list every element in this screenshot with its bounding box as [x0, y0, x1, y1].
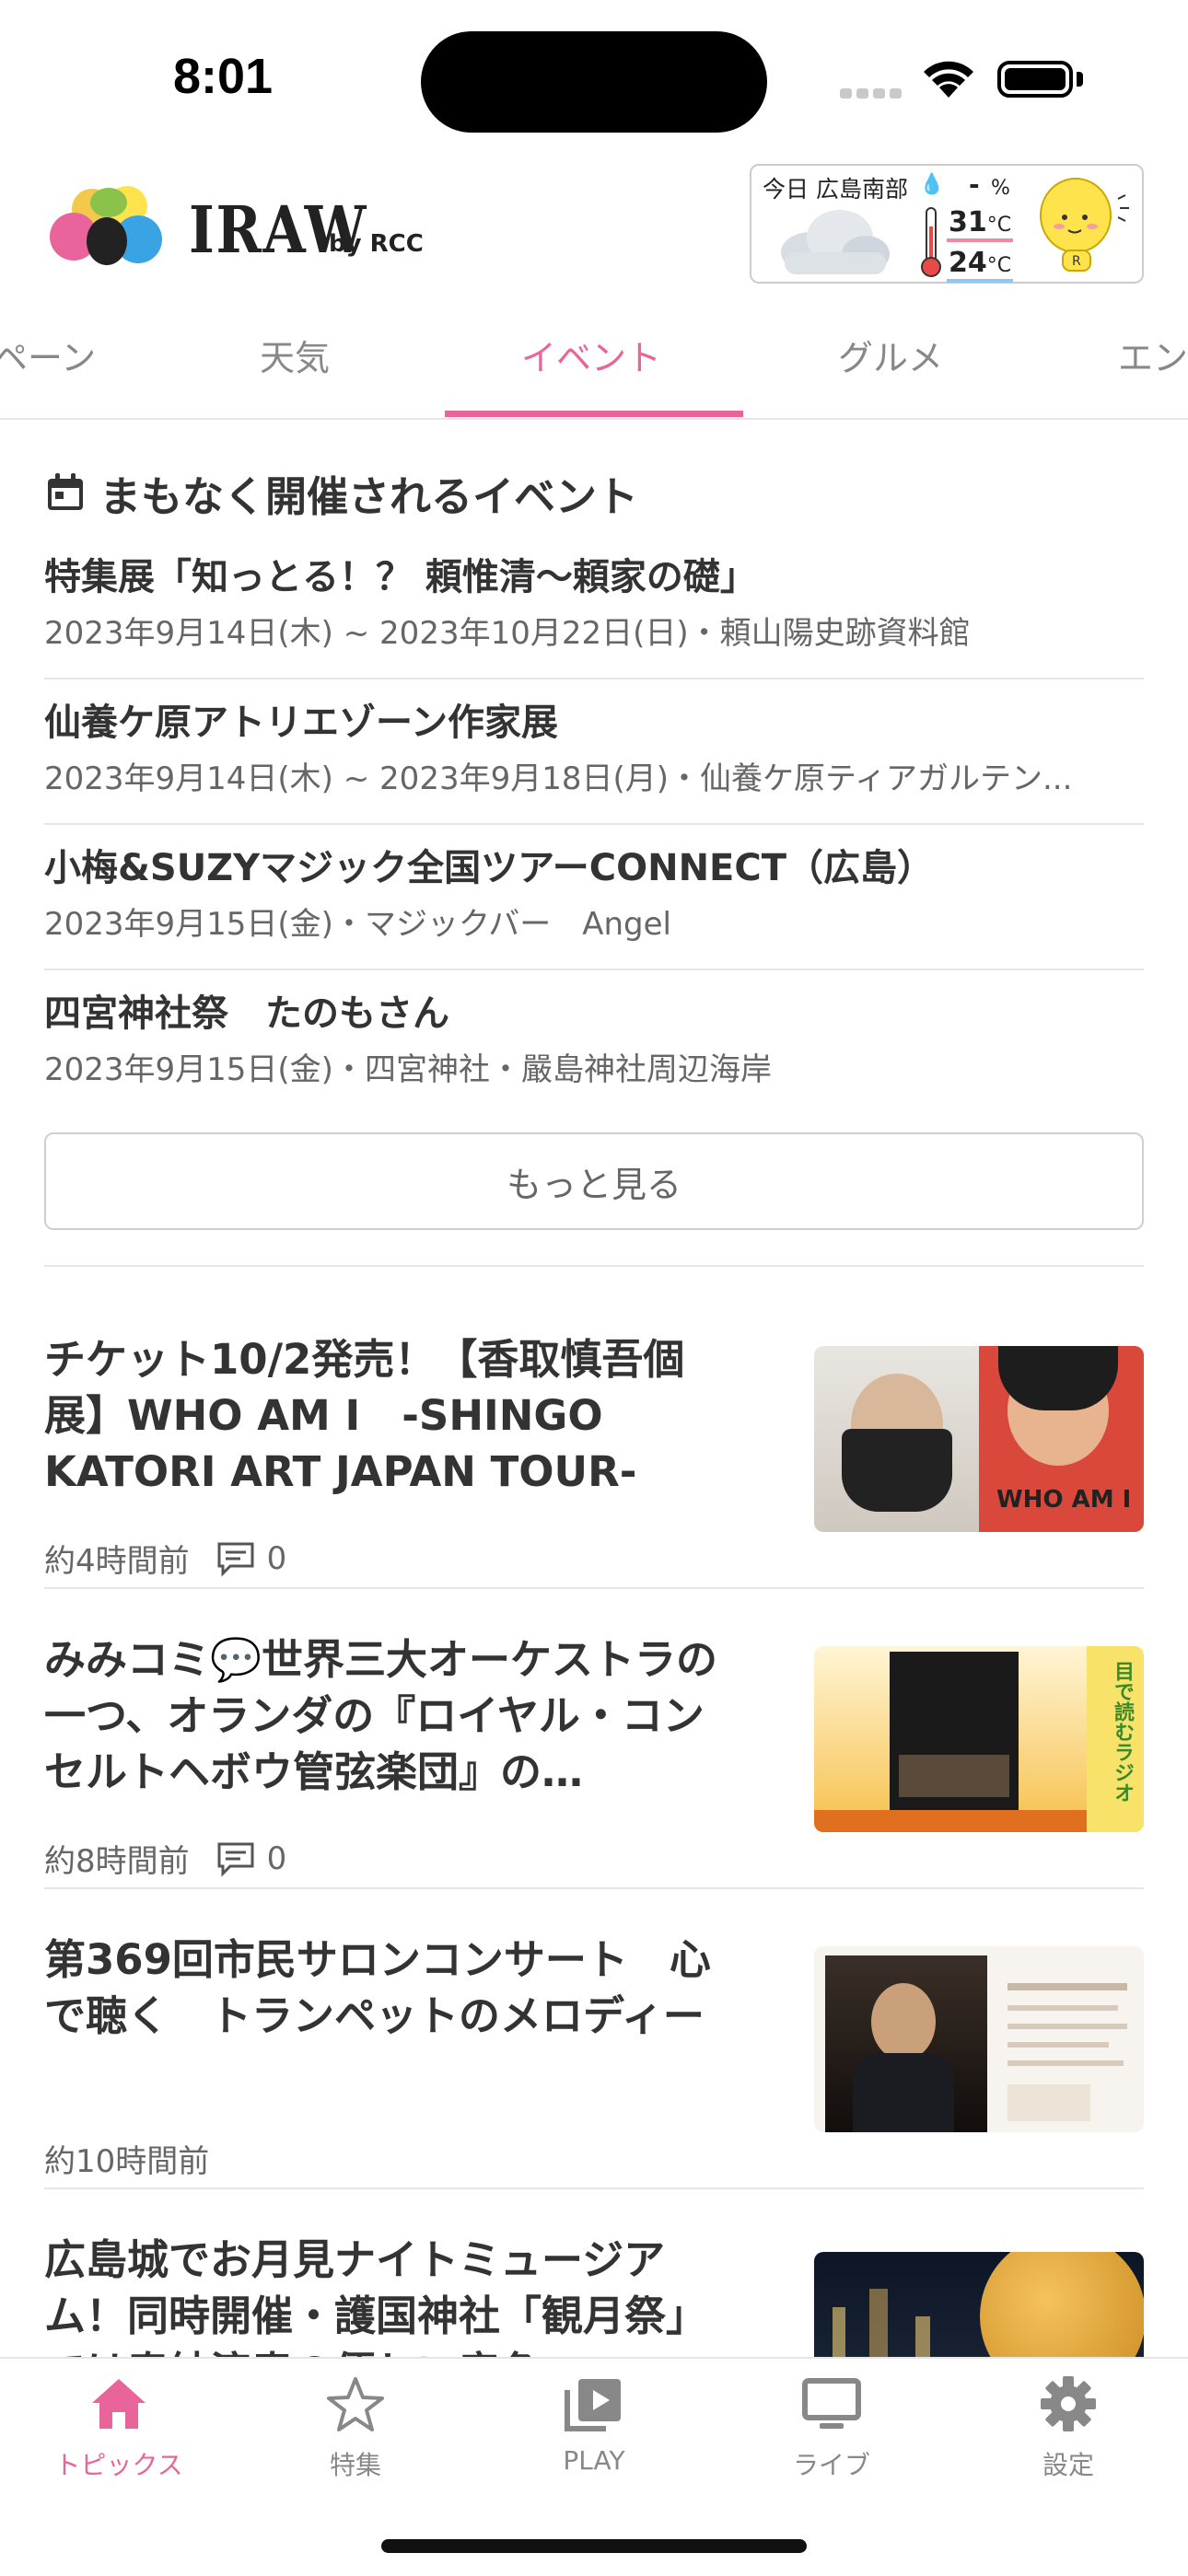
section-title-text: まもなく開催されるイベント [99, 471, 639, 521]
event-date-venue: 2023年9月15日(金)・マジックバー Angel [44, 906, 672, 943]
iraw-logo-icon[interactable] [46, 177, 175, 269]
article-item[interactable]: 第369回市民サロンコンサート 心で聴く トランペットのメロディー 約10時間前 [44, 1889, 1144, 2189]
weather-widget[interactable]: 今日 広島南部 💧 - % 31°C 24°C R [750, 164, 1144, 284]
event-item[interactable]: 特集展「知っとる！？ 頼惟清～頼家の礎」 2023年9月14日(木) ~ 202… [44, 534, 1144, 679]
event-item[interactable]: 四宮神社祭 たのもさん 2023年9月15日(金)・四宮神社・嚴島神社周辺海岸 [44, 970, 1144, 1116]
article-title: 第369回市民サロンコンサート 心で聴く トランペットのメロディー [44, 1935, 711, 2040]
play-icon [565, 2379, 621, 2431]
article-thumbnail: WHO AM I [814, 1346, 1144, 1532]
comment-count: 0 [266, 1839, 287, 1877]
battery-icon [997, 61, 1073, 98]
status-time: 8:01 [173, 49, 274, 104]
gear-icon [1041, 2376, 1096, 2431]
logo-sub-text: by RCC [329, 230, 424, 258]
signal-icon [840, 85, 906, 102]
home-indicator[interactable] [381, 2539, 807, 2553]
article-time: 約10時間前 [44, 2143, 210, 2180]
tab-weather[interactable]: 天気 [260, 330, 330, 380]
divider [44, 1265, 1144, 1267]
tv-icon [802, 2378, 861, 2429]
star-icon [327, 2377, 384, 2431]
thumbnail-caption: 目で読むラジオ [1111, 1661, 1134, 1803]
event-date-venue: 2023年9月14日(木) ~ 2023年9月18日(月)・仙養ケ原ティアガルテ… [44, 760, 1073, 797]
article-meta: 約4時間前 0 [44, 1536, 286, 1581]
event-date-venue: 2023年9月14日(木) ~ 2023年10月22日(日)・頼山陽史跡資料館 [44, 615, 971, 652]
event-title: 四宮神社祭 たのもさん [44, 992, 449, 1035]
article-item[interactable]: みみコミ💬世界三大オーケストラの一つ、オランダの『ロイヤル・コンセルトヘボウ管弦… [44, 1589, 1144, 1889]
app-header: IRAW by RCC 今日 広島南部 💧 - % 31°C 24°C R [0, 157, 1188, 295]
home-icon [92, 2379, 146, 2429]
rain-chance-unit: % [991, 177, 1010, 200]
tabbar-settings[interactable]: 設定 [976, 2375, 1160, 2482]
tab-entertainment[interactable]: エン [1118, 330, 1188, 380]
comment-icon [217, 1542, 254, 1577]
calendar-icon [48, 473, 83, 510]
mascot-icon: R [1040, 178, 1129, 272]
event-title: 小梅&SUZYマジック全国ツアーCONNECT（広島） [44, 847, 935, 889]
tab-event[interactable]: イベント [521, 330, 661, 380]
article-title: チケット10/2発売！【香取慎吾個展】WHO AM I -SHINGO KATO… [44, 1335, 685, 1496]
section-title: まもなく開催されるイベント [44, 451, 1144, 534]
category-tabs: ペーン 天気 イベント グルメ エン [0, 304, 1188, 420]
tabbar-label: 設定 [1042, 2450, 1094, 2480]
see-more-button[interactable]: もっと見る [44, 1132, 1144, 1230]
comment-icon [217, 1842, 254, 1877]
event-title: 特集展「知っとる！？ 頼惟清～頼家の礎」 [44, 556, 757, 598]
tabbar-live[interactable]: ライブ [740, 2375, 924, 2482]
tabbar-feature[interactable]: 特集 [263, 2375, 448, 2482]
tab-gourmet[interactable]: グルメ [838, 330, 943, 380]
event-item[interactable]: 仙養ケ原アトリエゾーン作家展 2023年9月14日(木) ~ 2023年9月18… [44, 679, 1144, 825]
tabbar-label: ライブ [792, 2450, 870, 2480]
article-title: みみコミ💬世界三大オーケストラの一つ、オランダの『ロイヤル・コンセルトヘボウ管弦… [44, 1635, 718, 1796]
article-thumbnail: 目で読むラジオ [814, 1646, 1144, 1832]
status-bar: 8:01 [0, 0, 1188, 157]
event-item[interactable]: 小梅&SUZYマジック全国ツアーCONNECT（広島） 2023年9月15日(金… [44, 825, 1144, 970]
article-time: 約8時間前 [44, 1843, 190, 1880]
article-meta: 約8時間前 0 [44, 1836, 286, 1881]
tabbar-topics[interactable]: トピックス [27, 2375, 211, 2482]
temp-low: 24°C [947, 247, 1014, 283]
rain-chance-value: - [969, 169, 980, 200]
wifi-icon [924, 61, 973, 98]
tabbar-label: トピックス [54, 2450, 183, 2480]
raindrop-icon: 💧 [919, 173, 945, 196]
cloud-icon [781, 210, 890, 274]
active-tab-indicator [445, 411, 743, 417]
article-item[interactable]: チケット10/2発売！【香取慎吾個展】WHO AM I -SHINGO KATO… [44, 1289, 1144, 1589]
tabbar-play[interactable]: PLAY [502, 2375, 686, 2476]
upcoming-events-section: まもなく開催されるイベント 特集展「知っとる！？ 頼惟清～頼家の礎」 2023年… [44, 451, 1144, 1116]
temp-high: 31°C [947, 206, 1014, 242]
article-thumbnail [814, 1946, 1144, 2132]
tabbar-label: PLAY [563, 2445, 625, 2476]
dynamic-island [421, 31, 767, 133]
event-title: 仙養ケ原アトリエゾーン作家展 [44, 702, 558, 744]
article-meta: 約10時間前 [44, 2136, 209, 2181]
comment-count: 0 [266, 1539, 287, 1577]
svg-text:R: R [1072, 254, 1081, 269]
tabbar-label: 特集 [329, 2450, 381, 2480]
thumbnail-caption: WHO AM I [996, 1486, 1132, 1514]
battery-cap [1077, 72, 1083, 87]
thermometer-icon [921, 207, 941, 277]
article-time: 約4時間前 [44, 1543, 190, 1580]
weather-label: 今日 広島南部 [763, 176, 908, 203]
tab-campaign[interactable]: ペーン [0, 330, 96, 380]
event-date-venue: 2023年9月15日(金)・四宮神社・嚴島神社周辺海岸 [44, 1051, 772, 1088]
